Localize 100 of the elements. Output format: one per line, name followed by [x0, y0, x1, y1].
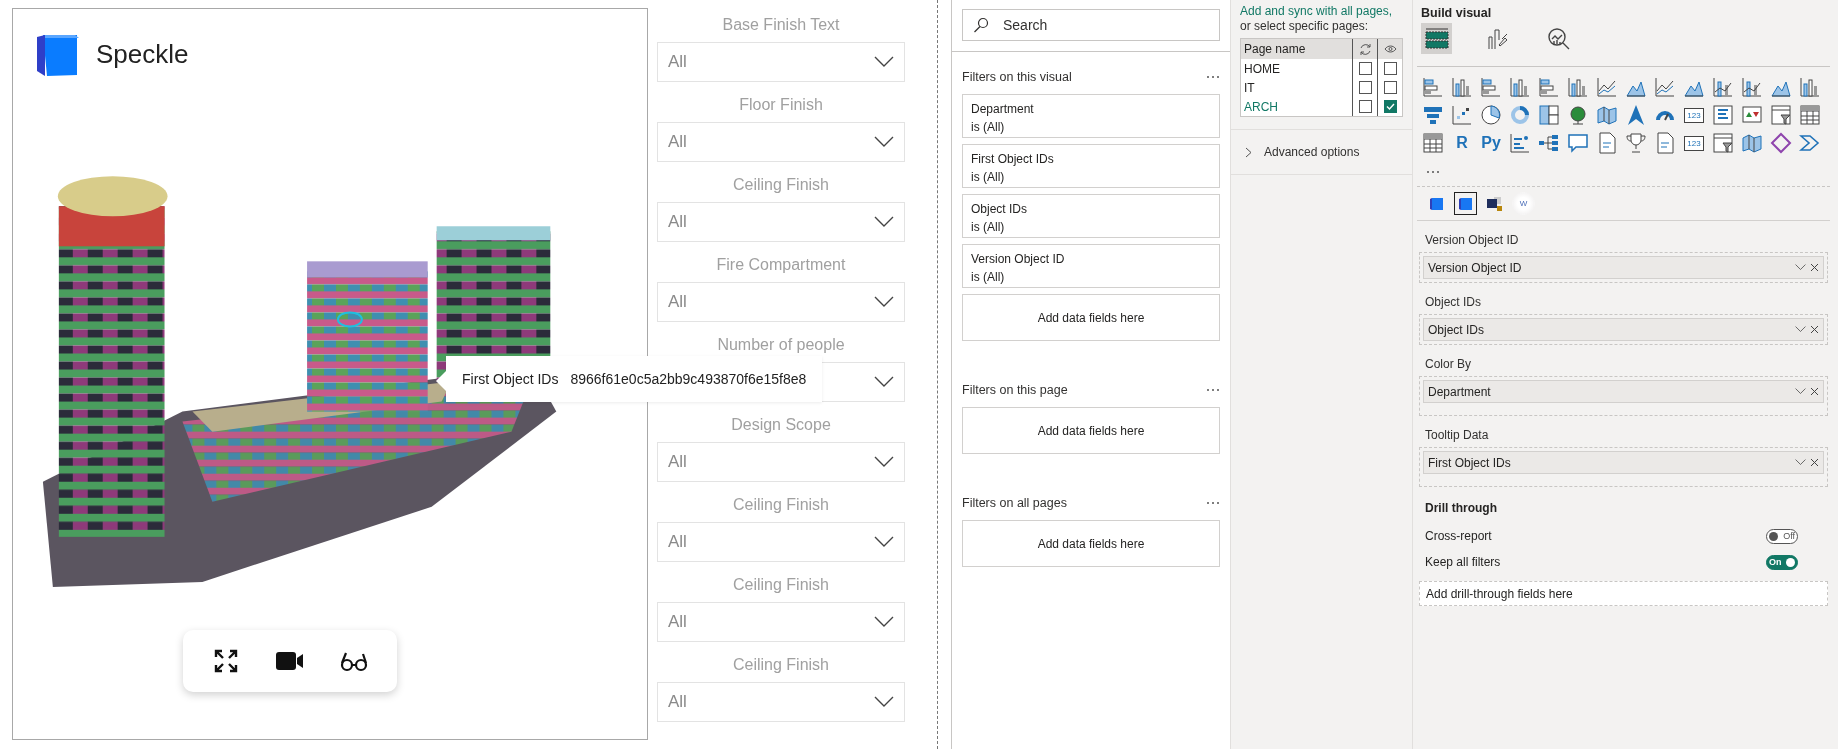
chevron-down-icon: [874, 536, 894, 548]
drill-through-drop-zone[interactable]: Add drill-through fields here: [1419, 581, 1828, 606]
table-icon: [1422, 132, 1444, 154]
add-fields-drop-zone[interactable]: Add data fields here: [962, 294, 1220, 341]
dropdown-icon: [1795, 459, 1806, 466]
fields-icon: [1423, 27, 1450, 50]
line-chart-icon: [1654, 76, 1676, 98]
more-options-icon[interactable]: [1206, 75, 1220, 79]
slicer-dropdown[interactable]: All: [657, 522, 905, 562]
toggle-label: Keep all filters: [1425, 555, 1501, 569]
funnel-icon: [1422, 104, 1444, 126]
more-options-icon[interactable]: [1206, 388, 1220, 392]
sync-icon: [1358, 42, 1372, 56]
slicer-title: Ceiling Finish: [731, 175, 830, 195]
map-icon: [1596, 104, 1618, 126]
well-label: Object IDs: [1424, 294, 1482, 311]
toggle-label: Cross-report: [1425, 529, 1492, 543]
slicer-title: Floor Finish: [738, 95, 824, 115]
slicer-dropdown[interactable]: All: [657, 282, 905, 322]
eye-icon: [1383, 45, 1397, 53]
fullscreen-icon: [213, 648, 239, 674]
slicer-dropdown[interactable]: All: [657, 442, 905, 482]
more-options-icon[interactable]: [1426, 170, 1440, 174]
filter-card[interactable]: Version Object ID is (All): [962, 244, 1220, 288]
cube-icon: [1429, 196, 1444, 211]
add-fields-drop-zone[interactable]: Add data fields here: [962, 520, 1220, 567]
toggle-switch[interactable]: Off: [1766, 528, 1798, 544]
section-title: Filters on all pages: [962, 496, 1067, 510]
search-icon: [973, 17, 989, 33]
slicer-dropdown[interactable]: All: [657, 602, 905, 642]
fields-tab[interactable]: [1421, 23, 1452, 54]
tooltip-value: 8966f61e0c5a2bb9c493870f6e15f8e8: [570, 371, 807, 387]
magnifier-chart-icon: [1546, 26, 1571, 51]
well-label: Version Object ID: [1424, 232, 1520, 249]
sync-instruction: or select specific pages:: [1240, 19, 1370, 34]
sync-all-link[interactable]: Add and sync with all pages,: [1240, 4, 1403, 19]
layers-icon: [1486, 195, 1503, 212]
slicer-dropdown[interactable]: All: [657, 682, 905, 722]
visible-checkbox[interactable]: [1383, 100, 1397, 113]
remove-icon[interactable]: [1810, 263, 1819, 272]
sync-checkbox[interactable]: [1358, 81, 1372, 94]
slicer-dropdown[interactable]: All: [657, 42, 905, 82]
chevron-down-icon: [874, 456, 894, 468]
viewer-title: Speckle: [96, 38, 189, 70]
column-chart-icon: [1799, 76, 1821, 98]
sync-checkbox[interactable]: [1358, 100, 1372, 113]
column-chart-icon: [1567, 76, 1589, 98]
column-header: Page name: [1243, 42, 1307, 56]
chevron-down-icon: [874, 136, 894, 148]
more-options-icon[interactable]: [1206, 501, 1220, 505]
speech-bubble-icon: [1567, 132, 1589, 154]
bar-chart-icon: [1538, 76, 1560, 98]
paintbrush-chart-icon: [1485, 26, 1510, 51]
sync-checkbox[interactable]: [1358, 62, 1372, 75]
page-name: ARCH: [1243, 99, 1279, 114]
video-camera-icon: [275, 650, 305, 672]
search-field[interactable]: Search: [962, 9, 1220, 41]
toggle-switch[interactable]: On: [1766, 554, 1798, 570]
card-visual-button[interactable]: 123: [1684, 135, 1704, 151]
field-pill[interactable]: Version Object ID: [1423, 256, 1824, 279]
filter-card[interactable]: Department is (All): [962, 94, 1220, 138]
slicer-dropdown[interactable]: All: [657, 202, 905, 242]
dropdown-icon: [1795, 264, 1806, 271]
slicer-title: Fire Compartment: [715, 255, 847, 275]
remove-icon[interactable]: [1810, 325, 1819, 334]
slicer-title: Ceiling Finish: [731, 655, 830, 675]
chevron-down-icon: [874, 616, 894, 628]
filter-card[interactable]: Object IDs is (All): [962, 194, 1220, 238]
cloud-visual-button[interactable]: W: [1512, 192, 1535, 215]
slicer-dropdown[interactable]: All: [657, 122, 905, 162]
advanced-options-toggle[interactable]: Advanced options: [1231, 129, 1412, 175]
field-pill[interactable]: Object IDs: [1423, 318, 1824, 341]
dropdown-icon: [1795, 326, 1806, 333]
remove-icon[interactable]: [1810, 387, 1819, 396]
slicer-title: Base Finish Text: [721, 15, 841, 35]
document-icon: [1654, 132, 1676, 154]
combo-chart-icon: [1741, 76, 1763, 98]
custom-visual-button[interactable]: [1454, 192, 1477, 215]
visible-checkbox[interactable]: [1383, 81, 1397, 94]
field-pill[interactable]: Department: [1423, 380, 1824, 403]
bar-chart-icon: [1480, 76, 1502, 98]
chevron-icon: [1799, 132, 1821, 154]
page-name: IT: [1243, 80, 1256, 95]
filter-card[interactable]: First Object IDs is (All): [962, 144, 1220, 188]
tooltip-label: First Object IDs: [462, 371, 559, 387]
kpi-icon: [1741, 104, 1763, 126]
field-pill[interactable]: First Object IDs: [1423, 451, 1824, 474]
section-title: Filters on this page: [962, 383, 1068, 397]
bar-chart-icon: [1422, 76, 1444, 98]
remove-icon[interactable]: [1810, 458, 1819, 467]
visible-checkbox[interactable]: [1383, 62, 1397, 75]
slicer-icon: [1712, 132, 1734, 154]
script-visual-button[interactable]: Py: [1480, 132, 1502, 154]
card-visual-button[interactable]: 123: [1684, 107, 1704, 123]
script-visual-button[interactable]: R: [1451, 132, 1473, 154]
tree-icon: [1538, 132, 1560, 154]
add-fields-drop-zone[interactable]: Add data fields here: [962, 407, 1220, 454]
treemap-icon: [1538, 104, 1560, 126]
arrow-icon: [1625, 104, 1647, 126]
chevron-down-icon: [874, 216, 894, 228]
